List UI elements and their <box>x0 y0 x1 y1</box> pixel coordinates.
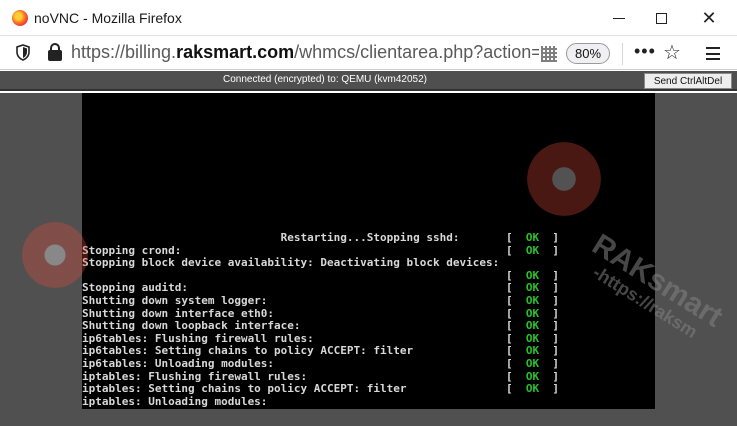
firefox-logo-icon <box>12 10 28 26</box>
status-ok-badge: [ OK ] <box>506 382 559 396</box>
close-button[interactable]: ✕ <box>688 4 730 32</box>
url-field[interactable]: https://billing.raksmart.com/whmcs/clien… <box>71 42 539 63</box>
url-domain: raksmart.com <box>176 42 295 62</box>
lock-icon[interactable] <box>48 43 62 61</box>
url-prefix: https://billing. <box>71 42 177 62</box>
vnc-canvas-area[interactable]: Restarting...Stopping sshd: [ OK ] Stoppin… <box>0 93 737 426</box>
shield-icon[interactable] <box>16 44 30 61</box>
status-ok-badge: [ OK ] <box>506 344 559 358</box>
status-ok-badge: [ OK ] <box>506 231 559 244</box>
qr-code-icon[interactable] <box>541 46 557 62</box>
console-line: ip6tables: Setting chains to policy ACCE… <box>82 344 414 358</box>
status-ok-badge: [ OK ] <box>506 243 559 257</box>
console-line: Stopping block device availability: Deac… <box>82 256 500 270</box>
window-titlebar: noVNC - Mozilla Firefox ✕ <box>0 0 737 36</box>
status-ok-badge: [ OK ] <box>506 306 559 320</box>
minimize-button[interactable] <box>598 4 640 32</box>
status-ok-badge: [ OK ] <box>506 268 559 282</box>
maximize-button[interactable] <box>640 4 682 32</box>
console-line: Shutting down interface eth0: <box>82 306 275 320</box>
page-actions-menu-icon[interactable]: ••• <box>634 41 656 62</box>
close-icon: ✕ <box>701 7 717 28</box>
status-ok-badge: [ OK ] <box>506 369 559 383</box>
console-line: Restarting...Stopping sshd: <box>82 231 460 244</box>
connection-status: Connected (encrypted) to: QEMU (kvm42052… <box>223 74 427 85</box>
console-line: ip6tables: Unloading modules: <box>82 357 275 370</box>
vm-console-screen[interactable]: Restarting...Stopping sshd: [ OK ] Stoppin… <box>82 93 655 409</box>
send-ctrl-alt-del-button[interactable]: Send CtrlAltDel <box>644 73 732 89</box>
status-ok-badge: [ OK ] <box>506 319 559 333</box>
window-title: noVNC - Mozilla Firefox <box>34 10 182 26</box>
maximize-icon <box>655 12 667 24</box>
console-line: ip6tables: Flushing firewall rules: <box>82 331 314 345</box>
bookmark-star-icon[interactable]: ☆ <box>663 40 681 65</box>
address-bar: https://billing.raksmart.com/whmcs/clien… <box>0 37 737 70</box>
console-line: iptables: Unloading modules: <box>82 394 268 408</box>
status-ok-badge: [ OK ] <box>506 357 559 370</box>
console-line: Stopping auditd: <box>82 281 188 295</box>
console-line: iptables: Setting chains to policy ACCEP… <box>82 382 407 396</box>
minimize-icon <box>613 17 625 19</box>
console-line: Shutting down loopback interface: <box>82 319 301 333</box>
console-line: iptables: Flushing firewall rules: <box>82 369 308 383</box>
console-line: Shutting down system logger: <box>82 294 268 307</box>
status-ok-badge: [ OK ] <box>506 294 559 307</box>
hamburger-menu-icon[interactable] <box>706 47 720 60</box>
zoom-level-button[interactable]: 80% <box>566 43 610 64</box>
toolbar-divider <box>622 43 623 65</box>
status-ok-badge: [ OK ] <box>506 331 559 345</box>
console-line: Stopping crond: <box>82 243 182 257</box>
status-ok-badge: [ OK ] <box>506 281 559 295</box>
url-path: /whmcs/clientarea.php?action=productdeta <box>294 42 539 62</box>
novnc-status-bar: Connected (encrypted) to: QEMU (kvm42052… <box>0 71 737 91</box>
